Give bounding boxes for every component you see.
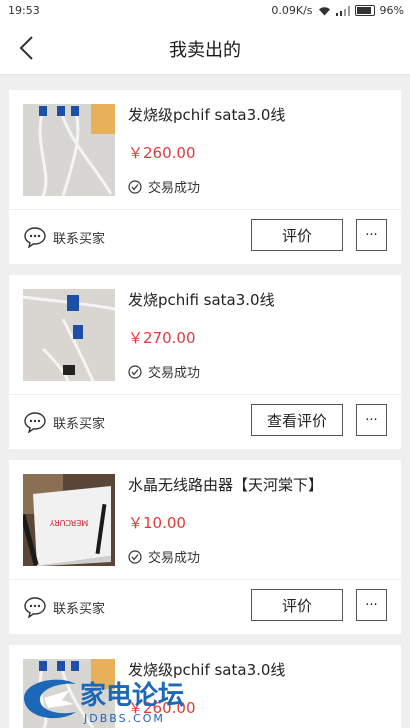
header-bar: 我卖出的 [0,22,410,75]
divider [9,209,401,210]
cable-photo [23,104,115,196]
order-card[interactable]: 发烧pchifi sata3.0线 ￥270.00 交易成功 联系买家 查看评价… [9,275,401,449]
router-photo: MERCURY [23,474,115,566]
trade-status-label: 交易成功 [148,551,201,566]
more-button[interactable]: ··· [356,404,387,436]
contact-buyer-button[interactable]: 联系买家 [23,596,105,618]
watermark-brand: 家电论坛 [80,680,184,711]
page-title: 我卖出的 [169,40,241,61]
check-circle-icon [128,549,142,564]
divider [9,394,401,395]
battery-icon [354,5,375,16]
contact-buyer-label: 联系买家 [53,416,106,432]
contact-buyer-label: 联系买家 [53,231,106,247]
check-circle-icon [128,179,142,194]
chat-bubble-icon [24,412,46,433]
check-circle-icon [128,364,142,379]
more-button[interactable]: ··· [356,219,387,251]
item-title[interactable]: 水晶无线路由器【天河棠下】 [128,474,323,495]
watermark-domain: JDBBS.COM [83,712,165,725]
trade-status: 交易成功 [128,547,200,566]
item-price: ￥10.00 [128,514,186,532]
more-button[interactable]: ··· [356,589,387,621]
item-price: ￥260.00 [128,144,196,162]
product-thumbnail[interactable]: MERCURY [23,474,115,566]
item-title[interactable]: 发烧级pchif sata3.0线 [128,104,285,125]
order-card[interactable]: MERCURY 水晶无线路由器【天河棠下】 ￥10.00 交易成功 联系买家 评… [9,460,401,634]
trade-status-label: 交易成功 [148,366,201,381]
jdbbs-watermark-logo: 家电论坛 JDBBS.COM [24,679,184,725]
trade-status: 交易成功 [128,362,200,381]
network-speed: 0.09K/s [271,4,313,17]
product-thumbnail[interactable] [23,104,115,196]
divider [9,579,401,580]
trade-status-label: 交易成功 [148,181,201,196]
chat-bubble-icon [24,597,46,618]
cable-photo [23,289,115,381]
status-bar: 19:53 0.09K/s 96% [0,0,410,22]
battery-level: 96% [379,4,404,17]
view-review-button[interactable]: 查看评价 [251,404,343,436]
chat-bubble-icon [24,227,46,248]
trade-status: 交易成功 [128,177,200,196]
signal-icon [335,5,350,16]
product-thumbnail[interactable] [23,289,115,381]
status-time: 19:53 [8,4,40,17]
router-brand-label: MERCURY [50,518,89,527]
item-price: ￥270.00 [128,329,196,347]
status-right: 0.09K/s 96% [271,4,404,17]
item-title[interactable]: 发烧pchifi sata3.0线 [128,289,275,310]
review-button[interactable]: 评价 [251,589,343,621]
contact-buyer-button[interactable]: 联系买家 [23,226,105,248]
order-card[interactable]: 发烧级pchif sata3.0线 ￥260.00 交易成功 联系买家 评价 ·… [9,90,401,264]
wifi-icon [318,6,330,15]
contact-buyer-label: 联系买家 [53,601,106,617]
contact-buyer-button[interactable]: 联系买家 [23,411,105,433]
review-button[interactable]: 评价 [251,219,343,251]
